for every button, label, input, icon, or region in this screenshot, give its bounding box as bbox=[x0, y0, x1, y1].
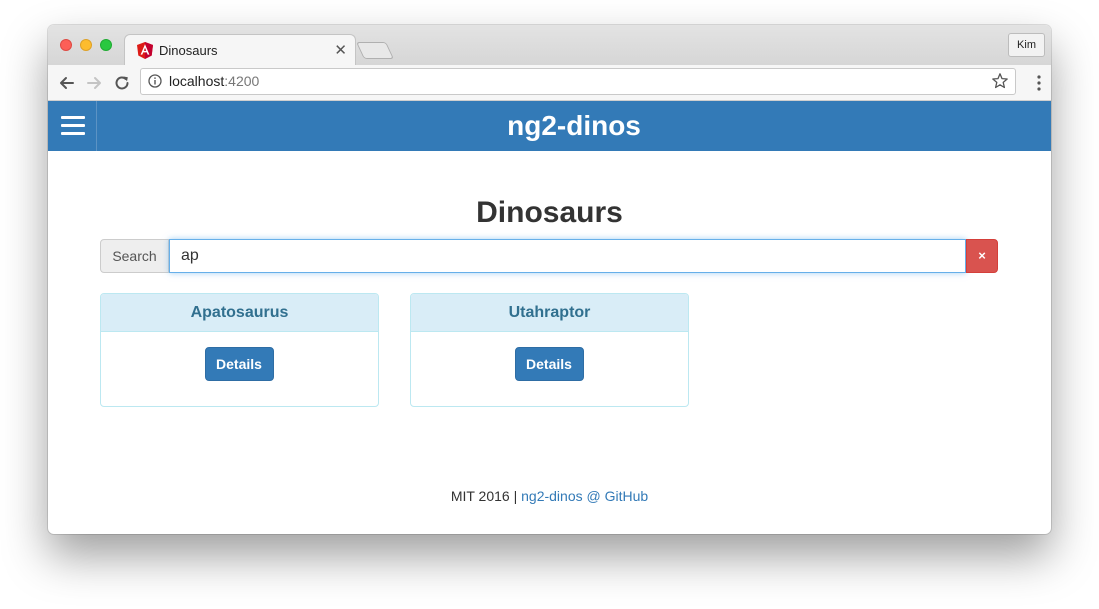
dino-name: Apatosaurus bbox=[101, 294, 378, 332]
main-content: Dinosaurs Search × Apatosaurus Details U… bbox=[48, 151, 1051, 534]
browser-window: Dinosaurs ✕ Kim localhost:4200 ng2-dinos… bbox=[48, 25, 1051, 534]
page-title: Dinosaurs bbox=[476, 196, 623, 229]
minimize-window-button[interactable] bbox=[80, 39, 92, 51]
search-group: Search × bbox=[100, 239, 998, 273]
forward-arrow-icon[interactable] bbox=[83, 72, 105, 94]
search-input[interactable] bbox=[169, 239, 966, 273]
close-icon[interactable]: ✕ bbox=[334, 41, 347, 59]
dino-name: Utahraptor bbox=[411, 294, 688, 332]
search-addon-label: Search bbox=[100, 239, 169, 273]
reload-icon[interactable] bbox=[111, 72, 133, 94]
new-tab-button[interactable] bbox=[356, 42, 394, 59]
details-button[interactable]: Details bbox=[514, 347, 584, 381]
zoom-window-button[interactable] bbox=[100, 39, 112, 51]
hamburger-menu-icon[interactable] bbox=[48, 101, 97, 151]
tab-strip: Dinosaurs ✕ Kim bbox=[48, 25, 1051, 67]
dino-card: Utahraptor Details bbox=[410, 293, 689, 407]
footer: MIT 2016 | ng2-dinos @ GitHub bbox=[48, 488, 1051, 504]
app-brand[interactable]: ng2-dinos bbox=[97, 101, 1051, 151]
tab-title: Dinosaurs bbox=[159, 43, 218, 58]
more-options-icon[interactable] bbox=[1037, 74, 1041, 92]
address-bar[interactable]: localhost:4200 bbox=[140, 68, 1016, 95]
back-arrow-icon[interactable] bbox=[56, 72, 78, 94]
angular-favicon-icon bbox=[137, 42, 153, 59]
app-navbar: ng2-dinos bbox=[48, 101, 1051, 151]
bookmark-star-icon[interactable] bbox=[991, 72, 1009, 90]
clear-search-button[interactable]: × bbox=[966, 239, 998, 273]
url-text: localhost:4200 bbox=[169, 73, 260, 89]
github-link[interactable]: ng2-dinos @ GitHub bbox=[521, 488, 648, 504]
browser-toolbar: localhost:4200 bbox=[48, 65, 1051, 101]
details-button[interactable]: Details bbox=[204, 347, 274, 381]
dino-card: Apatosaurus Details bbox=[100, 293, 379, 407]
profile-button[interactable]: Kim bbox=[1008, 33, 1045, 57]
info-icon[interactable] bbox=[148, 74, 162, 88]
close-window-button[interactable] bbox=[60, 39, 72, 51]
footer-text: MIT 2016 | bbox=[450, 488, 522, 504]
browser-tab[interactable]: Dinosaurs ✕ bbox=[124, 34, 356, 67]
